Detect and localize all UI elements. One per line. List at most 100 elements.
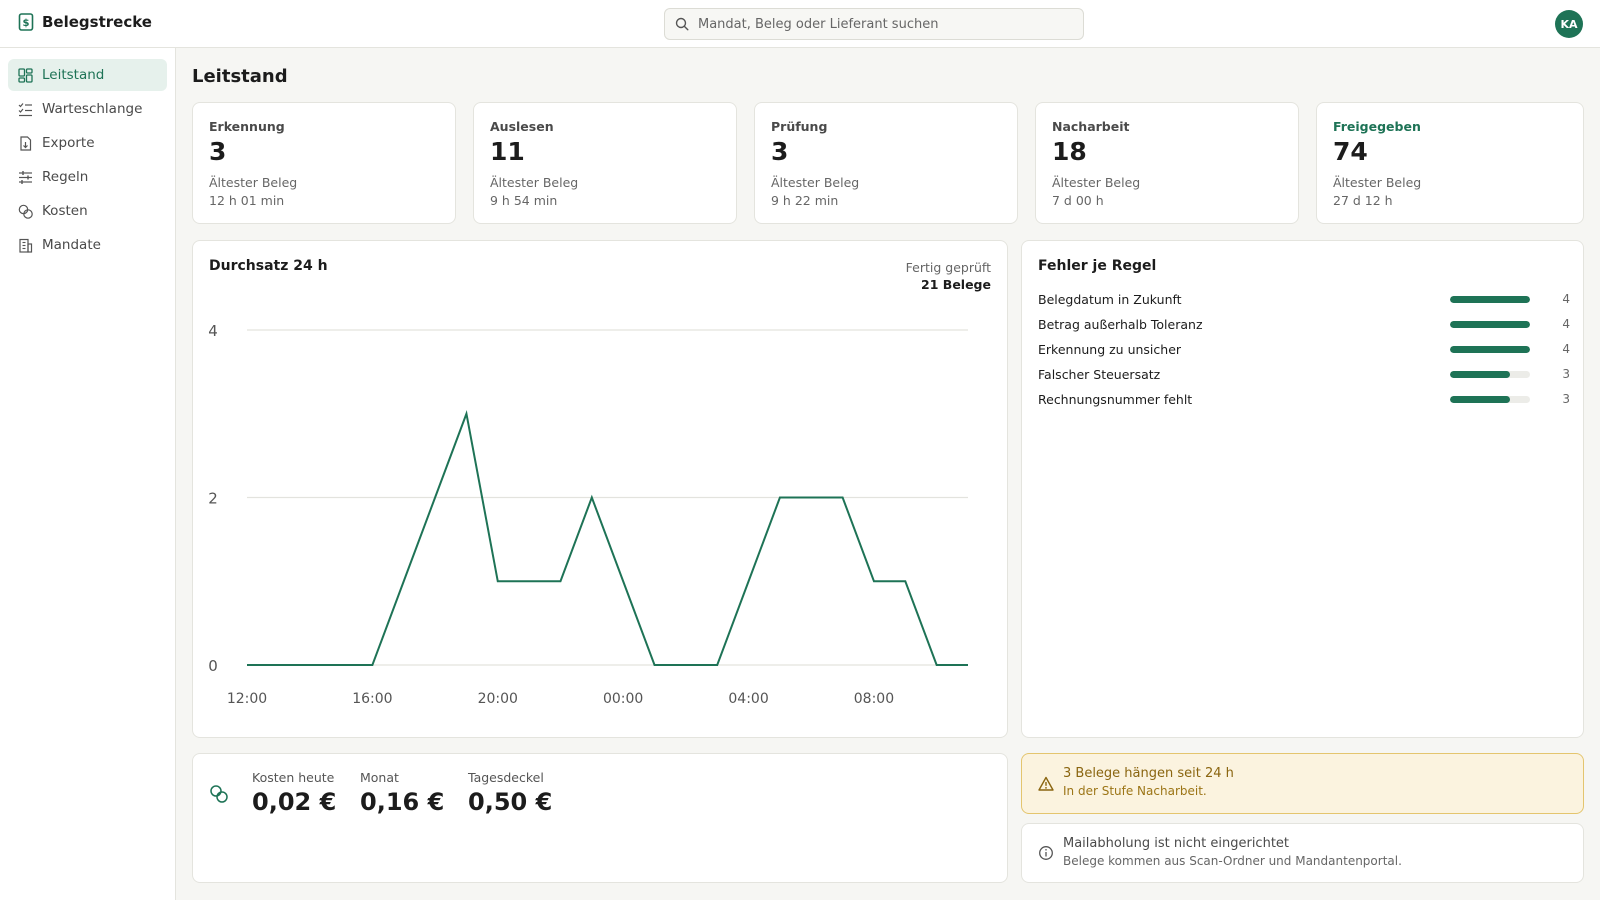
stage-sub-label: Ältester Beleg [1052, 175, 1141, 190]
app-name: Belegstrecke [42, 13, 152, 31]
stage-label: Auslesen [490, 119, 554, 134]
cost-cap-label: Tagesdeckel [468, 770, 544, 785]
coins-icon [210, 785, 228, 803]
sliders-icon [19, 170, 32, 184]
errors-card: Fehler je Regel Belegdatum in Zukunft 4 Be… [1021, 240, 1584, 738]
data-point[interactable] [495, 579, 500, 584]
data-point[interactable] [401, 579, 406, 584]
rule-row[interactable]: Belegdatum in Zukunft 4 [1038, 289, 1570, 309]
data-point[interactable] [903, 579, 908, 584]
search-input[interactable] [698, 16, 1078, 32]
stage-label: Freigegeben [1333, 119, 1421, 134]
cost-today-label: Kosten heute [252, 770, 335, 785]
stage-card-erkennung[interactable]: Erkennung 3 Ältester Beleg 12 h 01 min [192, 102, 456, 224]
data-point[interactable] [339, 663, 344, 668]
warning-text: In der Stufe Nacharbeit. [1063, 784, 1207, 798]
top-bar: $ Belegstrecke KA [0, 0, 1600, 48]
building-icon [19, 238, 33, 253]
data-point[interactable] [715, 663, 720, 668]
rule-name: Belegdatum in Zukunft [1038, 291, 1182, 307]
rule-count: 3 [1562, 367, 1570, 381]
info-text: Belege kommen aus Scan-Ordner und Mandan… [1063, 854, 1402, 868]
cost-today: Kosten heute 0,02 € [252, 770, 336, 816]
rule-bar-fill [1450, 295, 1530, 303]
data-point[interactable] [966, 663, 971, 668]
y-tick-label: 2 [208, 490, 218, 508]
sidebar-item-regeln[interactable]: Regeln [8, 161, 167, 193]
rule-bar-fill [1450, 395, 1510, 403]
warning-icon [1038, 776, 1054, 791]
stage-sub-label: Ältester Beleg [490, 175, 579, 190]
sidebar-item-leitstand[interactable]: Leitstand [8, 59, 167, 91]
data-point[interactable] [652, 663, 657, 668]
data-point[interactable] [934, 663, 939, 668]
stage-label: Erkennung [209, 119, 285, 134]
stage-card-nacharbeit[interactable]: Nacharbeit 18 Ältester Beleg 7 d 00 h [1035, 102, 1299, 224]
file-export-icon [20, 135, 32, 151]
warning-alert[interactable]: 3 Belege hängen seit 24 h In der Stufe N… [1021, 753, 1584, 814]
rule-bar [1450, 395, 1530, 403]
rule-bar-fill [1450, 370, 1510, 378]
sidebar-item-kosten[interactable]: Kosten [8, 195, 167, 227]
stage-sub-label: Ältester Beleg [209, 175, 298, 190]
sidebar-item-exporte[interactable]: Exporte [8, 127, 167, 159]
data-point[interactable] [683, 663, 688, 668]
data-point[interactable] [589, 495, 594, 500]
data-point[interactable] [777, 495, 782, 500]
data-point[interactable] [871, 579, 876, 584]
y-tick-label: 4 [208, 322, 218, 340]
data-point[interactable] [527, 579, 532, 584]
cost-month-value: 0,16 € [360, 788, 445, 816]
sidebar-item-label: Exporte [42, 135, 95, 151]
data-point[interactable] [245, 663, 250, 668]
stage-card-pruefung[interactable]: Prüfung 3 Ältester Beleg 9 h 22 min [754, 102, 1018, 224]
brand[interactable]: $ Belegstrecke [18, 13, 152, 31]
rule-row[interactable]: Erkennung zu unsicher 4 [1038, 339, 1570, 359]
rule-row[interactable]: Betrag außerhalb Toleranz 4 [1038, 314, 1570, 334]
sidebar-item-label: Mandate [42, 237, 101, 253]
page-title: Leitstand [192, 66, 288, 87]
errors-title: Fehler je Regel [1038, 258, 1157, 274]
search-box[interactable] [664, 8, 1084, 40]
cost-today-value: 0,02 € [252, 788, 337, 816]
dashboard-icon [18, 67, 33, 83]
stage-oldest-age: 9 h 54 min [490, 193, 558, 208]
rule-name: Rechnungsnummer fehlt [1038, 391, 1193, 407]
data-point[interactable] [307, 663, 312, 668]
data-point[interactable] [464, 411, 469, 416]
rule-bar [1450, 345, 1530, 353]
stage-count: 3 [771, 137, 789, 166]
stage-card-auslesen[interactable]: Auslesen 11 Ältester Beleg 9 h 54 min [473, 102, 737, 224]
rule-bar-fill [1450, 320, 1530, 328]
sidebar-item-label: Leitstand [42, 67, 105, 83]
checklist-icon [18, 102, 32, 116]
stage-count: 74 [1333, 137, 1368, 166]
data-point[interactable] [433, 495, 438, 500]
sidebar-item-mandate[interactable]: Mandate [8, 229, 167, 261]
sidebar: Leitstand Warteschlange Exporte Regeln K… [0, 48, 176, 900]
data-point[interactable] [370, 663, 375, 668]
stage-count: 11 [490, 137, 525, 166]
data-point[interactable] [276, 663, 281, 668]
throughput-card: Durchsatz 24 h Fertig geprüft 21 Belege … [192, 240, 1008, 738]
info-alert[interactable]: Mailabholung ist nicht eingerichtet Bele… [1021, 823, 1584, 883]
rule-name: Betrag außerhalb Toleranz [1038, 316, 1203, 332]
rule-count: 4 [1562, 317, 1570, 331]
data-point[interactable] [558, 579, 563, 584]
throughput-chart: 0 2 4 12:00 16:00 20:00 00:00 04:00 08:00 [208, 322, 971, 707]
warning-title: 3 Belege hängen seit 24 h [1063, 766, 1234, 781]
info-title: Mailabholung ist nicht eingerichtet [1063, 836, 1290, 851]
avatar[interactable]: KA [1555, 10, 1583, 38]
cost-cap-value: 0,50 € [468, 788, 553, 816]
rule-count: 4 [1562, 292, 1570, 306]
rule-row[interactable]: Rechnungsnummer fehlt 3 [1038, 389, 1570, 409]
sidebar-item-warteschlange[interactable]: Warteschlange [8, 93, 167, 125]
rule-row[interactable]: Falscher Steuersatz 3 [1038, 364, 1570, 384]
stage-sub-label: Ältester Beleg [1333, 175, 1422, 190]
data-point[interactable] [746, 579, 751, 584]
data-point[interactable] [809, 495, 814, 500]
stage-card-freigegeben[interactable]: Freigegeben 74 Ältester Beleg 27 d 12 h [1316, 102, 1584, 224]
rule-bar-fill [1450, 345, 1530, 353]
data-point[interactable] [621, 579, 626, 584]
data-point[interactable] [840, 495, 845, 500]
